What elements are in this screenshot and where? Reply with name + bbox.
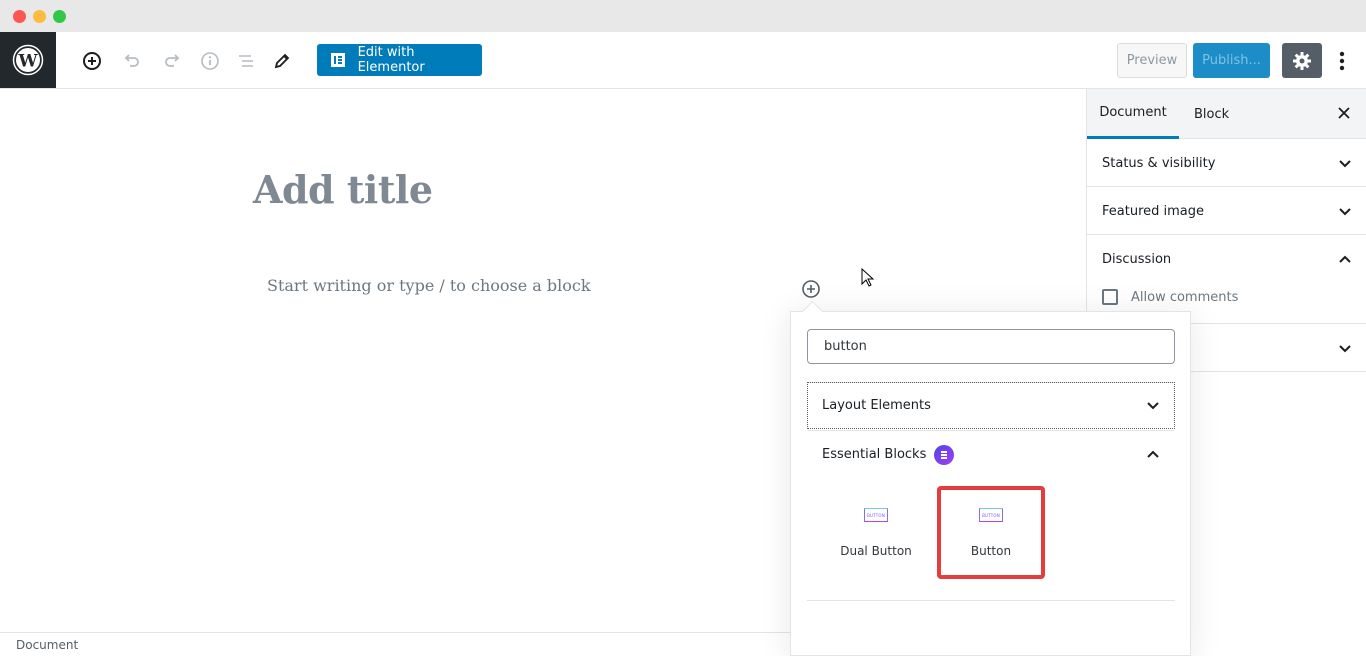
redo-icon [165,54,180,67]
allow-comments-checkbox[interactable] [1102,289,1118,305]
essential-blocks-badge-icon [934,444,955,465]
button-block-icon: BUTTON [864,508,888,522]
svg-text:W: W [17,52,38,72]
post-title-input[interactable]: Add title [253,167,433,212]
divider [807,600,1175,601]
wordpress-logo-button[interactable]: W [0,32,56,88]
close-icon [1338,107,1350,119]
window-titlebar [0,0,1366,32]
maximize-window-button[interactable] [53,10,66,23]
plus-circle-icon [83,52,101,70]
panel-status-visibility[interactable]: Status & visibility [1087,139,1366,187]
breadcrumb-document[interactable]: Document [16,638,78,652]
list-outline-icon [239,55,253,67]
preview-button[interactable]: Preview [1117,43,1187,78]
category-layout-elements[interactable]: Layout Elements [807,382,1175,429]
panel-title: Featured image [1102,203,1205,219]
close-window-button[interactable] [13,10,26,23]
allow-comments-option: Allow comments [1102,289,1238,305]
divider [808,430,1174,431]
chevron-up-icon[interactable] [1338,252,1352,266]
editor-header: W Edit with Elementor Preview Publish... [0,32,1366,89]
content-structure-button[interactable] [198,49,222,73]
close-sidebar-button[interactable] [1336,106,1352,122]
block-dual-button[interactable]: BUTTON Dual Button [822,486,930,579]
sidebar-tabs: Document Block [1087,89,1366,139]
panel-title: Status & visibility [1102,155,1216,171]
elementor-icon [331,53,345,67]
block-inserter-popover: Layout Elements Essential Blocks BUTTON … [790,311,1191,656]
panel-title[interactable]: Discussion [1102,235,1171,283]
block-label: Dual Button [840,544,912,558]
undo-icon [124,54,139,67]
chevron-down-icon [1339,345,1351,353]
edit-with-elementor-button[interactable]: Edit with Elementor [317,44,482,76]
category-label: Layout Elements [822,398,931,413]
panel-featured-image[interactable]: Featured image [1087,187,1366,235]
redo-button[interactable] [160,49,184,73]
info-icon [201,52,219,70]
gear-icon [1293,51,1311,70]
edit-with-elementor-label: Edit with Elementor [357,45,425,75]
minimize-window-button[interactable] [33,10,46,23]
inline-inserter-button[interactable] [801,279,821,299]
pencil-icon [274,53,290,69]
publish-button[interactable]: Publish... [1193,43,1270,78]
chevron-down-icon [1147,402,1159,410]
chevron-up-icon [1147,450,1159,458]
more-vertical-icon [1339,51,1345,71]
tools-edit-button[interactable] [270,49,294,73]
category-essential-blocks[interactable]: Essential Blocks [808,432,1174,477]
block-navigation-button[interactable] [234,49,258,73]
chevron-down-icon [1339,208,1351,216]
mouse-cursor-icon [861,268,875,287]
button-block-icon: BUTTON [979,508,1003,522]
wordpress-icon: W [12,44,44,76]
settings-button[interactable] [1282,43,1322,78]
block-label: Button [970,544,1012,558]
more-menu-button[interactable] [1330,45,1354,77]
chevron-down-icon [1339,160,1351,168]
tab-document[interactable]: Document [1087,89,1179,139]
undo-button[interactable] [120,49,144,73]
allow-comments-label[interactable]: Allow comments [1131,290,1238,305]
category-label: Essential Blocks [822,447,927,462]
plus-circle-icon [802,280,820,298]
default-block-appender[interactable]: Start writing or type / to choose a bloc… [267,276,591,295]
block-search-input[interactable] [807,329,1175,364]
add-block-button[interactable] [80,49,104,73]
block-button[interactable]: BUTTON Button [937,486,1045,579]
tab-block[interactable]: Block [1194,89,1229,139]
